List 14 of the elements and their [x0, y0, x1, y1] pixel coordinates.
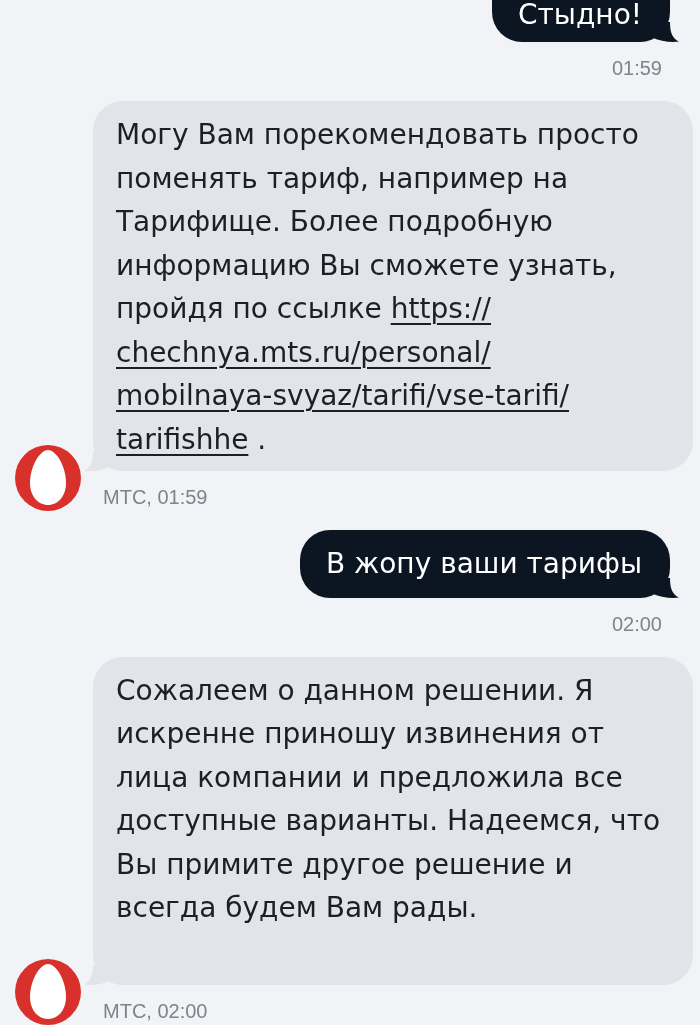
message-text: Сожалеем о данном решении. Я искренне приношу извинения от лица компании и предложила все доступные варианты. Надеемся, что Вы примите другое решение и всегда будем Вам рады. — [116, 672, 662, 926]
message-time: 02:00 — [611, 611, 662, 636]
message-text: Стыдно! — [518, 0, 642, 31]
sender-time-label: МТС, 02:00 — [103, 998, 208, 1023]
message-text: Могу Вам порекомендовать просто поменять тариф, например на Тарифище. Более подробную информацию Вы сможете узнать, пройдя по ссылке https:// chechnya.mts.ru/personal/ mobilnaya-svyaz/tarifi/vse-tarifi/ tarifishhe . — [116, 117, 640, 458]
egg-logo-icon — [15, 445, 81, 511]
link[interactable]: https:// — [390, 292, 492, 325]
link[interactable]: tarifishhe — [116, 422, 249, 456]
sender-time-label: МТС, 01:59 — [103, 485, 208, 509]
link[interactable]: mobilnaya-svyaz/tarifi/vse-tarifi/ — [116, 379, 569, 412]
message-time: 01:59 — [611, 56, 662, 80]
message-text: В жопу ваши тарифы — [325, 547, 642, 580]
link[interactable]: chechnya.mts.ru/personal/ — [116, 335, 491, 369]
egg-logo-icon — [15, 958, 81, 1025]
